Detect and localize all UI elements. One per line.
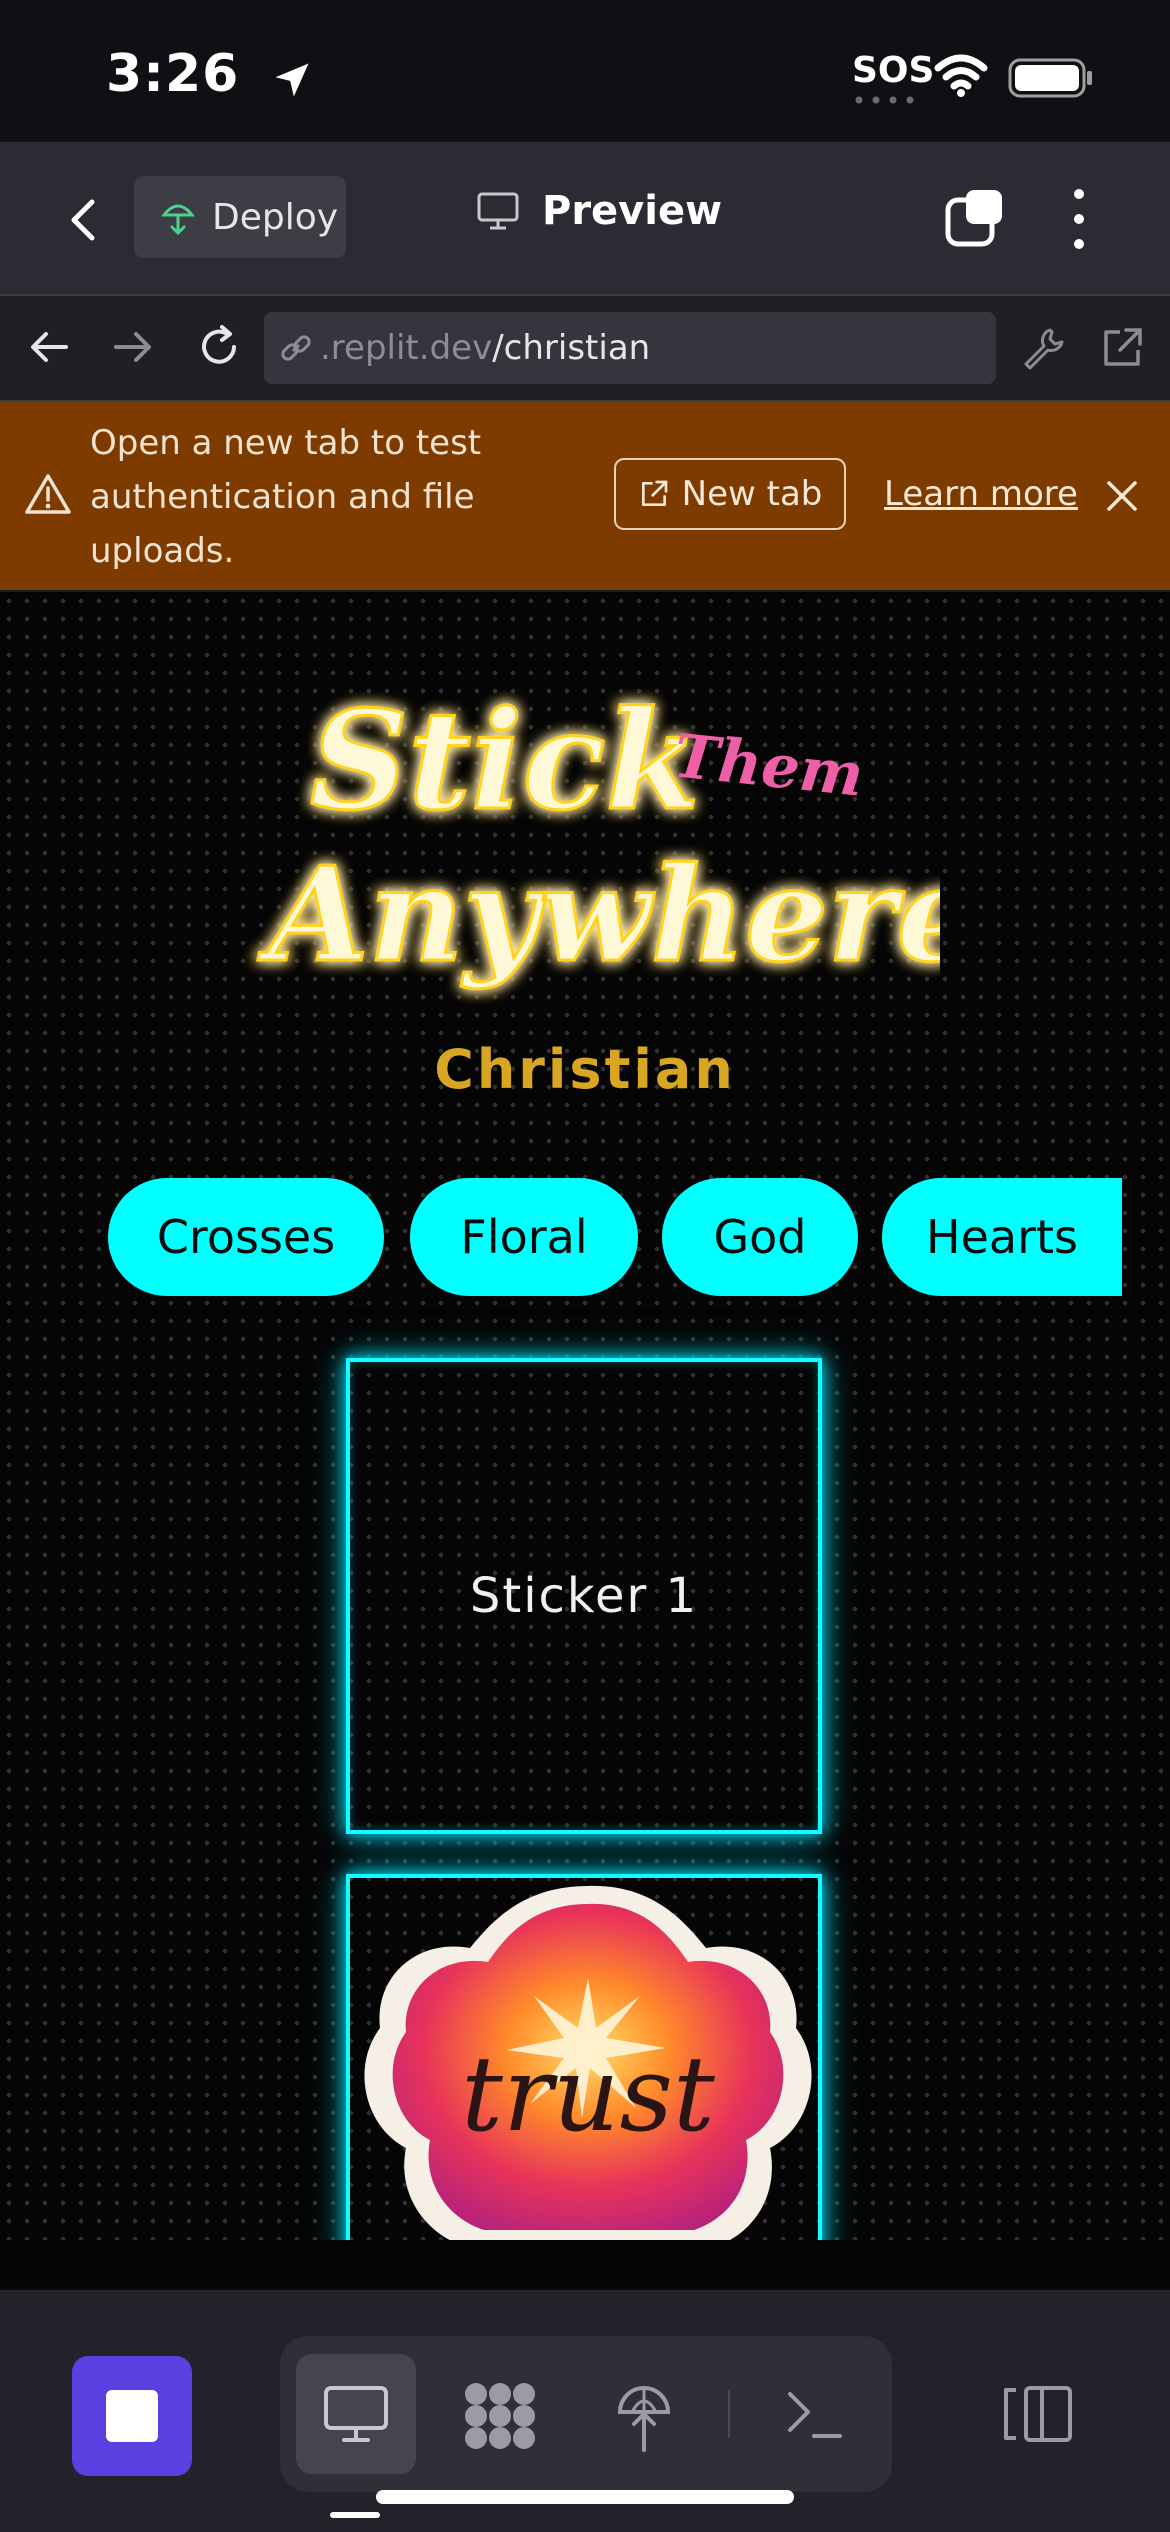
tool-separator: [728, 2390, 730, 2438]
monitor-icon: [324, 2386, 388, 2442]
url-host: .replit.dev: [320, 328, 493, 368]
url-field[interactable]: .replit.dev/christian: [264, 312, 996, 384]
learn-more-link[interactable]: Learn more: [884, 474, 1078, 514]
content-bottom-edge: [0, 2240, 1170, 2290]
monitor-icon: [477, 192, 519, 230]
logo-stick: Stick: [310, 681, 700, 841]
chip-floral[interactable]: Floral: [410, 1178, 638, 1296]
workspace-grid-icon[interactable]: [462, 2380, 538, 2452]
deploy-icon[interactable]: [614, 2378, 674, 2454]
arrow-right-icon[interactable]: [110, 324, 156, 370]
terminal-icon[interactable]: [784, 2386, 844, 2442]
scroll-indicator: [330, 2512, 380, 2518]
chip-crosses[interactable]: Crosses: [108, 1178, 384, 1296]
sticker-label: Sticker 1: [469, 1568, 699, 1624]
battery-icon: [1008, 58, 1092, 98]
deploy-button[interactable]: Deploy: [134, 176, 346, 258]
tabs-icon[interactable]: [944, 186, 1006, 248]
home-indicator[interactable]: [376, 2490, 794, 2504]
panel-layout-icon[interactable]: [1002, 2384, 1074, 2444]
new-tab-button[interactable]: New tab: [614, 458, 846, 530]
new-tab-label: New tab: [681, 474, 823, 514]
arrow-left-icon[interactable]: [26, 324, 72, 370]
sos-indicator: SOS: [852, 50, 935, 91]
sticker-card[interactable]: trust: [346, 1874, 822, 2274]
stop-button[interactable]: [72, 2356, 192, 2476]
logo-anywhere: Anywhere: [257, 838, 940, 991]
sticker-card[interactable]: Sticker 1: [346, 1358, 822, 1834]
more-vertical-icon[interactable]: [1064, 186, 1094, 252]
status-time: 3:26: [106, 44, 240, 104]
deploy-icon: [160, 204, 196, 236]
sticker-art-text: trust: [461, 2033, 715, 2155]
category-subtitle: Christian: [434, 1038, 736, 1101]
wrench-icon[interactable]: [1020, 324, 1068, 372]
chip-god[interactable]: God: [662, 1178, 858, 1296]
chip-hearts[interactable]: Hearts: [882, 1178, 1122, 1296]
banner-message: Open a new tab to test authentication an…: [90, 423, 482, 571]
tool-preview-button[interactable]: [296, 2354, 416, 2474]
deploy-label: Deploy: [212, 196, 339, 238]
preview-title: Preview: [476, 188, 722, 234]
close-icon[interactable]: [1104, 478, 1140, 514]
location-arrow-icon: [275, 63, 309, 97]
external-link-icon[interactable]: [1098, 324, 1146, 372]
warning-icon: [25, 474, 71, 514]
reload-icon[interactable]: [194, 322, 244, 372]
url-path: /christian: [492, 328, 651, 368]
wifi-icon: [934, 54, 988, 97]
trust-flower-sticker: trust: [364, 1885, 812, 2248]
preview-label: Preview: [542, 188, 723, 234]
stick-them-anywhere-logo: Stick Them Anywhere: [256, 680, 941, 993]
back-button[interactable]: [54, 190, 114, 250]
logo-them: Them: [670, 721, 866, 810]
link-icon: [281, 335, 311, 361]
external-link-icon: [641, 480, 667, 506]
signal-dots-icon: [855, 96, 914, 104]
stop-icon: [106, 2390, 158, 2442]
